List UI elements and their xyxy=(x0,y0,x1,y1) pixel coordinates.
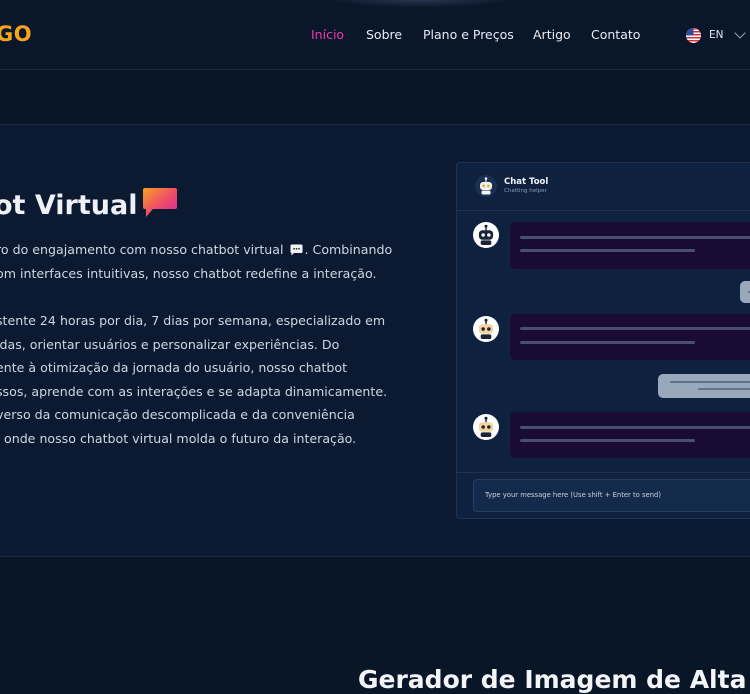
robot-icon xyxy=(473,222,499,252)
message-text-placeholder xyxy=(520,327,750,330)
message-text-placeholder xyxy=(520,249,695,252)
nav-item-sobre[interactable]: Sobre xyxy=(366,27,402,42)
robot-icon xyxy=(473,414,499,444)
message-text-placeholder xyxy=(670,381,750,383)
paragraph-line: verso da comunicação descomplicada e da … xyxy=(0,407,355,422)
paragraph-line: ro do engajamento com nosso chatbot virt… xyxy=(0,238,436,262)
hero-title: ot Virtual xyxy=(0,185,178,226)
paragraph-line: idas, orientar usuários e personalizar e… xyxy=(0,336,340,352)
speech-balloon-icon xyxy=(290,240,303,264)
robot-icon xyxy=(473,316,499,346)
bot-message xyxy=(510,222,750,269)
chat-bubble-icon xyxy=(142,187,178,226)
chat-widget-preview: Chat Tool Chatting helper xyxy=(456,162,750,519)
message-text-placeholder xyxy=(520,426,750,429)
robot-icon xyxy=(475,175,497,201)
chat-name: Chat Tool xyxy=(504,177,549,187)
paragraph-line: ssos, aprende com as interações e se ada… xyxy=(0,383,388,399)
language-label: EN xyxy=(709,29,724,41)
message-text-placeholder xyxy=(698,388,750,390)
site-header: GO Início Sobre Plano e Preços Artigo Co… xyxy=(0,0,750,70)
us-flag-icon xyxy=(686,27,701,43)
chevron-down-icon xyxy=(733,26,746,39)
message-text-placeholder xyxy=(520,236,750,239)
nav-item-contato[interactable]: Contato xyxy=(591,27,640,42)
nav-item-inicio[interactable]: Início xyxy=(311,27,344,42)
paragraph-line: stente 24 horas por dia, 7 dias por sema… xyxy=(0,313,386,328)
paragraph-line: ente à otimização da jornada do usuário,… xyxy=(0,360,348,375)
nav-item-plano-precos[interactable]: Plano e Preços xyxy=(423,27,514,42)
paragraph-line: om interfaces intuitivas, nosso chatbot … xyxy=(0,265,377,281)
user-message xyxy=(658,374,750,398)
hero-title-text: ot Virtual xyxy=(0,190,138,221)
chat-message-input[interactable] xyxy=(473,479,750,512)
message-text-placeholder xyxy=(520,439,695,442)
user-message xyxy=(740,281,750,303)
chat-subtitle: Chatting helper xyxy=(504,188,547,194)
bot-message xyxy=(510,314,750,360)
chat-input-area xyxy=(457,472,750,518)
paragraph-text: . Combinando xyxy=(304,242,393,257)
message-text-placeholder xyxy=(520,341,695,344)
site-logo[interactable]: GO xyxy=(0,22,32,46)
header-glow xyxy=(320,0,520,8)
paragraph-line: , onde nosso chatbot virtual molda o fut… xyxy=(0,430,357,446)
chat-header: Chat Tool Chatting helper xyxy=(457,163,750,211)
bot-message xyxy=(510,412,750,458)
hero-paragraph-1: ro do engajamento com nosso chatbot virt… xyxy=(0,238,436,285)
hero-paragraph-2: stente 24 horas por dia, 7 dias por sema… xyxy=(0,309,436,450)
paragraph-text: ro do engajamento com nosso chatbot virt… xyxy=(0,242,284,257)
nav-item-artigo[interactable]: Artigo xyxy=(533,27,571,42)
language-selector[interactable]: EN xyxy=(686,26,746,43)
